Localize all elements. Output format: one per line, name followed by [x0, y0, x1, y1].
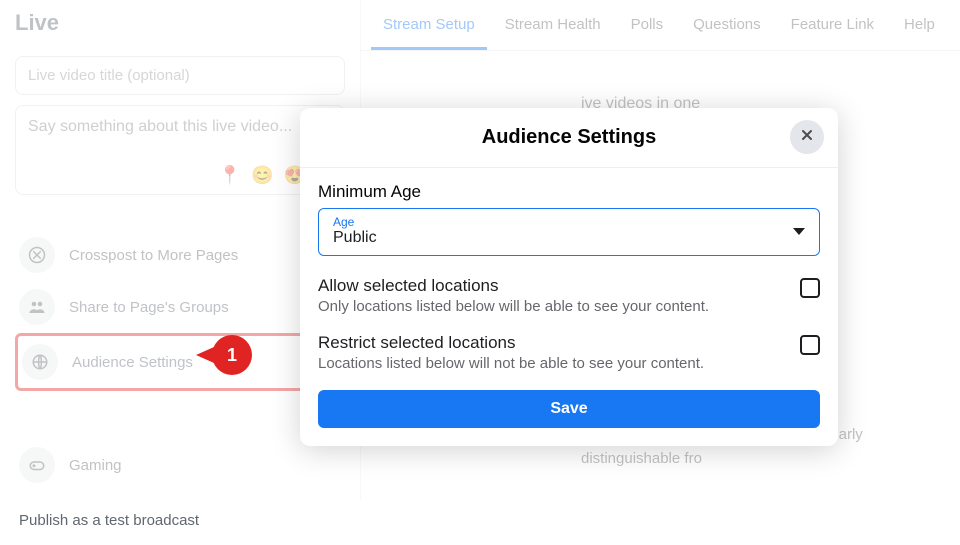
modal-title: Audience Settings — [300, 126, 838, 149]
live-title-input[interactable]: Live video title (optional) — [15, 56, 345, 95]
select-floating-label: Age — [333, 215, 377, 229]
tab-stream-health[interactable]: Stream Health — [493, 0, 613, 50]
restrict-locations-title: Restrict selected locations — [318, 333, 704, 353]
page-title: Live — [15, 10, 345, 36]
sidebar-item-label: Crosspost to More Pages — [69, 247, 238, 264]
tab-help[interactable]: Help — [892, 0, 947, 50]
allow-locations-title: Allow selected locations — [318, 276, 709, 296]
restrict-locations-desc: Locations listed below will not be able … — [318, 355, 704, 372]
description-placeholder: Say something about this live video... — [28, 118, 292, 135]
restrict-locations-checkbox[interactable] — [800, 335, 820, 355]
annotation-number: 1 — [212, 335, 252, 375]
sidebar-item-publish-test[interactable]: Publish as a test broadcast — [15, 495, 345, 545]
allow-locations-desc: Only locations listed below will be able… — [318, 298, 709, 315]
tab-polls[interactable]: Polls — [619, 0, 676, 50]
select-value: Public — [333, 229, 377, 247]
age-select[interactable]: Age Public — [318, 208, 820, 256]
sidebar-item-label: Gaming — [69, 457, 122, 474]
close-button[interactable] — [790, 120, 824, 154]
tab-stream-setup[interactable]: Stream Setup — [371, 0, 487, 50]
tabs: Stream Setup Stream Health Polls Questio… — [361, 0, 960, 51]
annotation-callout: 1 — [210, 335, 262, 375]
chevron-down-icon — [793, 228, 805, 235]
groups-icon — [19, 289, 55, 325]
sidebar-item-crosspost[interactable]: Crosspost to More Pages — [15, 229, 345, 281]
sidebar-item-label: Audience Settings — [72, 354, 193, 371]
tab-questions[interactable]: Questions — [681, 0, 773, 50]
globe-icon — [22, 344, 58, 380]
close-icon — [799, 127, 815, 148]
allow-locations-checkbox[interactable] — [800, 278, 820, 298]
crosspost-icon — [19, 237, 55, 273]
sidebar-item-label: Publish as a test broadcast — [19, 512, 199, 529]
tab-feature-link[interactable]: Feature Link — [779, 0, 886, 50]
location-pin-icon[interactable]: 📍 — [219, 165, 241, 186]
sidebar-item-gaming[interactable]: Gaming — [15, 439, 345, 491]
audience-settings-modal: Audience Settings Minimum Age Age Public… — [300, 108, 838, 446]
sidebar-item-audience-settings[interactable]: Audience Settings — [15, 333, 345, 391]
gaming-icon — [19, 447, 55, 483]
save-button[interactable]: Save — [318, 390, 820, 428]
live-description-input[interactable]: Say something about this live video... 📍… — [15, 105, 345, 195]
min-age-label: Minimum Age — [318, 182, 820, 202]
sidebar-item-label: Share to Page's Groups — [69, 299, 229, 316]
feeling-icon[interactable]: 😊 — [251, 165, 273, 186]
sidebar-item-share-groups[interactable]: Share to Page's Groups — [15, 281, 345, 333]
